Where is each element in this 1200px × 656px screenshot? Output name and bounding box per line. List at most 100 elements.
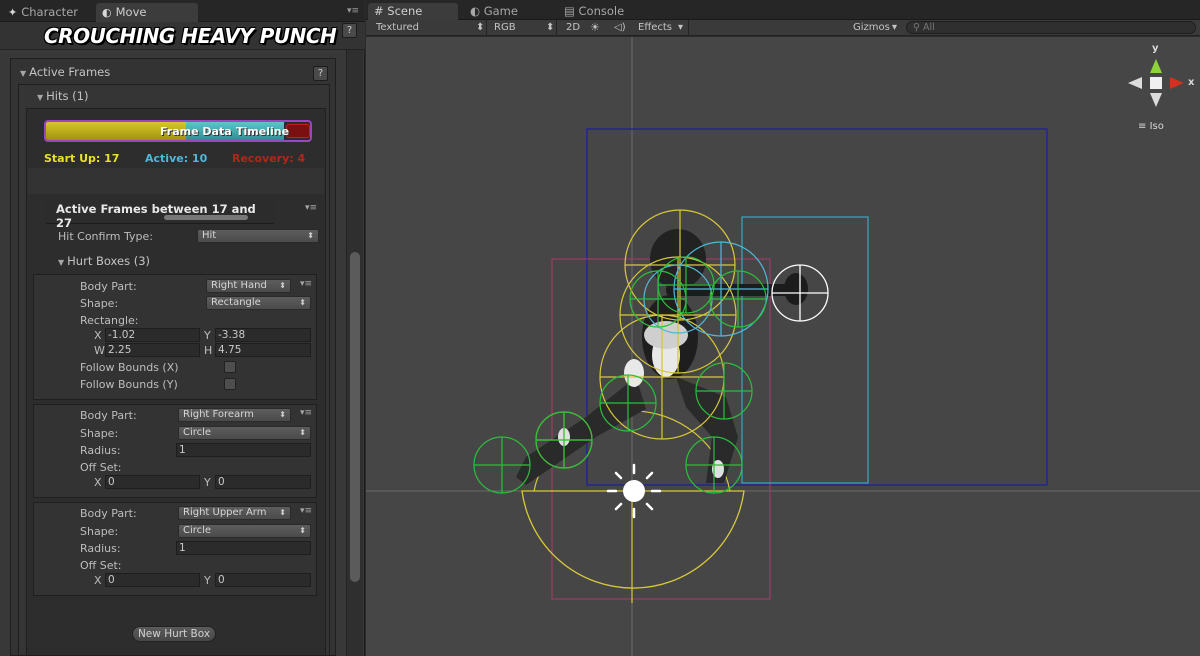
shape-value: Rectangle — [211, 297, 261, 308]
shape-value: Circle — [183, 427, 212, 438]
tab-scene[interactable]: # Scene — [368, 3, 458, 20]
frame-timeline-bar[interactable]: Frame Data Timeline — [44, 120, 312, 142]
offset-x-field[interactable]: 0 — [105, 573, 200, 587]
search-icon: ⚲ — [913, 22, 920, 33]
active-frames-range-slider[interactable] — [164, 215, 248, 220]
body-part-value: Right Upper Arm — [183, 507, 267, 518]
context-menu-icon[interactable]: ▾≡ — [305, 203, 317, 213]
startup-stat: Start Up: 17 — [44, 152, 120, 165]
follow-bounds-y-checkbox[interactable] — [224, 378, 236, 390]
hit-confirm-type-dropdown[interactable]: Hit ⬍ — [197, 229, 319, 243]
hurt-boxes-foldout[interactable]: ▼ Hurt Boxes (3) — [58, 254, 150, 268]
body-part-dropdown[interactable]: Right Upper Arm ⬍ — [178, 506, 291, 520]
recovery-segment — [286, 124, 310, 138]
tab-console[interactable]: ▤ Console — [558, 3, 630, 20]
offset-label: Off Set: — [80, 461, 122, 474]
dropdown-arrow-icon: ⬍ — [546, 22, 555, 33]
dropdown-arrow-icon: ⬍ — [279, 508, 286, 517]
scene-toolbar: Textured ⬍ RGB ⬍ 2D ☀ ◁) Effects ▾ Gizmo… — [366, 20, 1200, 36]
directional-light-icon — [606, 463, 662, 519]
frame-data-label: Frame Data — [160, 125, 232, 138]
radius-field[interactable]: 1 — [176, 443, 311, 457]
active-frames-foldout[interactable]: ▼ Active Frames — [20, 65, 110, 79]
toolbar-separator — [688, 20, 689, 36]
audio-toggle-icon[interactable]: ◁) — [614, 21, 626, 35]
body-part-label: Body Part: — [80, 409, 137, 422]
fist-circle — [771, 264, 829, 322]
tab-scene-label: Scene — [387, 4, 423, 18]
rect-y-field[interactable]: -3.38 — [215, 328, 311, 342]
hits-foldout[interactable]: ▼ Hits (1) — [37, 89, 88, 103]
console-icon: ▤ — [564, 4, 575, 18]
shape-label: Shape: — [80, 297, 119, 310]
color-mode-dropdown[interactable]: RGB — [494, 21, 516, 35]
help-button[interactable]: ? — [342, 23, 357, 38]
gizmo-x-label: x — [1188, 77, 1195, 88]
body-part-label: Body Part: — [80, 280, 137, 293]
context-menu-icon[interactable]: ▾≡ — [300, 506, 312, 516]
toolbar-separator — [556, 20, 557, 36]
hurt-boxes-label: Hurt Boxes (3) — [67, 254, 151, 268]
body-part-dropdown[interactable]: Right Forearm ⬍ — [178, 408, 291, 422]
scene-search-input[interactable]: ⚲ All — [906, 21, 1196, 34]
offset-x-field[interactable]: 0 — [105, 475, 200, 489]
hits-label: Hits (1) — [46, 89, 89, 103]
move-inspector-panel: ✦ Character ◐ Move ▾≡ CROUCHING HEAVY PU… — [0, 0, 365, 656]
gizmos-dropdown[interactable]: Gizmos — [853, 21, 890, 35]
rect-w-field[interactable]: 2.25 — [105, 343, 200, 357]
dropdown-arrow-icon: ⬍ — [279, 281, 286, 290]
dropdown-arrow-icon: ▾ — [892, 22, 898, 33]
body-part-dropdown[interactable]: Right Hand ⬍ — [206, 279, 291, 293]
dropdown-arrow-icon: ⬍ — [299, 428, 306, 437]
offset-label: Off Set: — [80, 559, 122, 572]
gizmo-y-label: y — [1152, 43, 1159, 54]
offset-y-field[interactable]: 0 — [215, 573, 311, 587]
move-title: CROUCHING HEAVY PUNCH — [44, 24, 337, 48]
rect-h-field[interactable]: 4.75 — [215, 343, 311, 357]
shape-dropdown[interactable]: Rectangle ⬍ — [206, 296, 311, 310]
shape-dropdown[interactable]: Circle ⬍ — [178, 524, 311, 538]
offset-y-field[interactable]: 0 — [215, 475, 311, 489]
shape-label: Shape: — [80, 427, 119, 440]
radius-field[interactable]: 1 — [176, 541, 311, 555]
lighting-toggle-icon[interactable]: ☀ — [590, 21, 600, 35]
game-icon: ◐ — [470, 4, 481, 18]
hit-spacer — [28, 168, 324, 194]
grid-icon: # — [374, 4, 384, 18]
body-part-value: Right Hand — [211, 280, 267, 291]
push-collider-half-circle — [521, 490, 745, 589]
y-label: Y — [204, 476, 211, 489]
active-stat: Active: 10 — [145, 152, 208, 165]
scene-viewport[interactable]: y x ≡ Iso — [366, 37, 1200, 656]
new-hurt-box-button[interactable]: New Hurt Box — [132, 626, 216, 642]
tab-character[interactable]: ✦ Character — [2, 3, 86, 22]
rect-x-field[interactable]: -1.02 — [105, 328, 200, 342]
foldout-arrow-icon: ▼ — [58, 258, 65, 267]
dropdown-arrow-icon: ⬍ — [307, 231, 314, 240]
effects-dropdown[interactable]: Effects — [638, 21, 672, 35]
render-mode-dropdown[interactable]: Textured — [376, 21, 419, 35]
toolbar-separator — [486, 20, 487, 36]
menu-icon: ≡ — [1138, 121, 1147, 132]
tab-game[interactable]: ◐ Game — [464, 3, 524, 20]
panel-menu-icon[interactable]: ▾≡ — [346, 6, 360, 16]
dropdown-arrow-icon: ▾ — [678, 22, 684, 33]
projection-toggle[interactable]: ≡ Iso — [1138, 121, 1164, 132]
context-menu-icon[interactable]: ▾≡ — [300, 408, 312, 418]
dropdown-arrow-icon: ⬍ — [279, 410, 286, 419]
foldout-arrow-icon: ▼ — [20, 69, 27, 78]
inspector-scroll-thumb[interactable] — [350, 252, 360, 582]
move-title-bar: CROUCHING HEAVY PUNCH ? — [0, 22, 365, 50]
tab-character-label: Character — [21, 5, 78, 19]
follow-bounds-x-checkbox[interactable] — [224, 361, 236, 373]
context-menu-icon[interactable]: ▾≡ — [300, 279, 312, 289]
active-frames-help-button[interactable]: ? — [313, 66, 328, 81]
tab-console-label: Console — [578, 4, 625, 18]
tab-move-label: Move — [115, 5, 147, 19]
dropdown-arrow-icon: ⬍ — [476, 22, 485, 33]
2d-toggle[interactable]: 2D — [566, 21, 580, 35]
hit-confirm-type-value: Hit — [202, 230, 217, 241]
shape-dropdown[interactable]: Circle ⬍ — [178, 426, 311, 440]
body-part-value: Right Forearm — [183, 409, 254, 420]
tab-move[interactable]: ◐ Move — [96, 3, 198, 22]
